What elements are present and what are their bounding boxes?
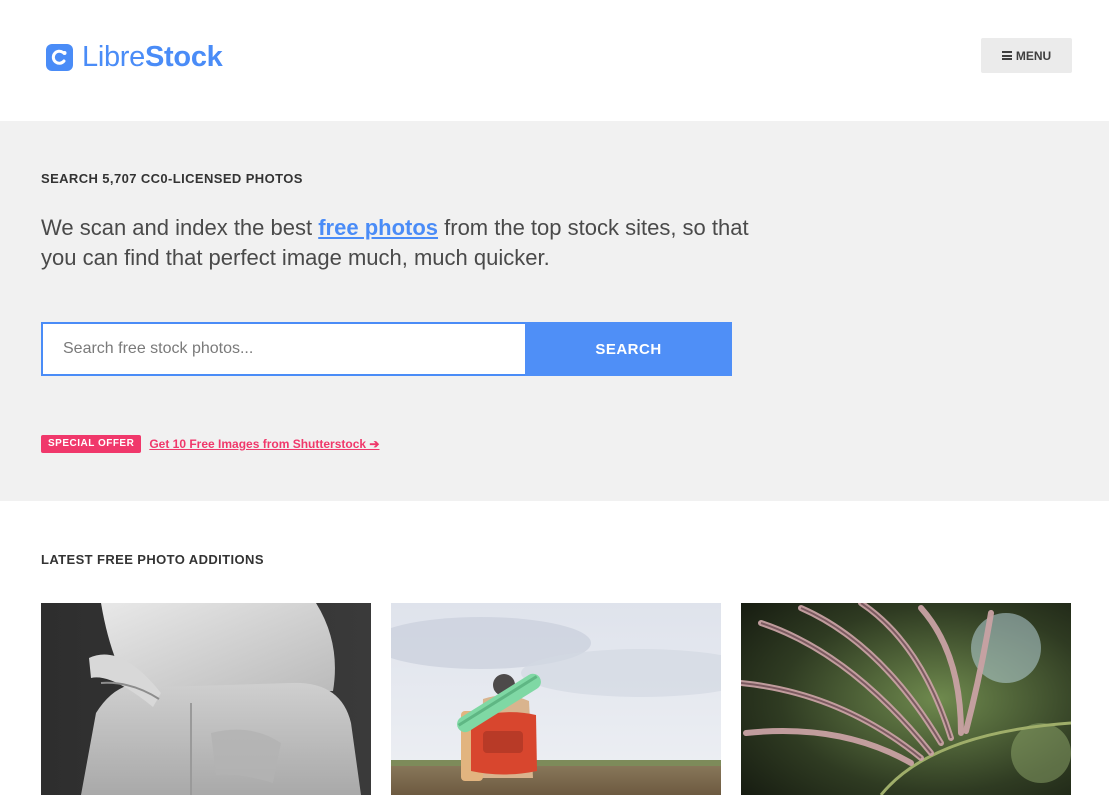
jeans-photo-image xyxy=(41,603,371,795)
logo-text-stock: Stock xyxy=(145,41,223,73)
menu-button-label: MENU xyxy=(1015,48,1052,63)
site-header: LibreStock MENU xyxy=(0,0,1109,121)
special-offer-badge: SPECIAL OFFER xyxy=(41,435,142,453)
shutterstock-offer-link[interactable]: Get 10 Free Images from Shutterstock ➔ xyxy=(149,437,379,451)
hero-description: We scan and index the best free photos f… xyxy=(41,213,751,273)
hero-section: SEARCH 5,707 CC0-LICENSED PHOTOS We scan… xyxy=(0,121,1109,501)
logo-text-libre: Libre xyxy=(82,41,145,73)
photo-card-hiker[interactable] xyxy=(391,603,721,795)
photo-count-heading: SEARCH 5,707 CC0-LICENSED PHOTOS xyxy=(41,171,303,186)
latest-additions-heading: LATEST FREE PHOTO ADDITIONS xyxy=(41,552,264,567)
logo-wordmark: LibreStock xyxy=(82,40,223,74)
search-input[interactable] xyxy=(41,322,525,376)
free-photos-link[interactable]: free photos xyxy=(318,215,438,240)
photo-card-jeans[interactable] xyxy=(41,603,371,795)
photo-card-grass[interactable] xyxy=(741,603,1071,795)
hamburger-icon xyxy=(1001,51,1012,60)
special-offer: SPECIAL OFFER Get 10 Free Images from Sh… xyxy=(41,435,379,453)
hiker-photo-image xyxy=(391,603,721,795)
search-button[interactable]: SEARCH xyxy=(525,322,732,376)
search-form: SEARCH xyxy=(41,322,732,376)
grass-photo-image xyxy=(741,603,1071,795)
librestock-logo-icon xyxy=(46,43,73,71)
menu-button[interactable]: MENU xyxy=(981,38,1072,73)
librestock-logo[interactable]: LibreStock xyxy=(46,40,223,74)
hero-text-before: We scan and index the best xyxy=(41,215,319,240)
